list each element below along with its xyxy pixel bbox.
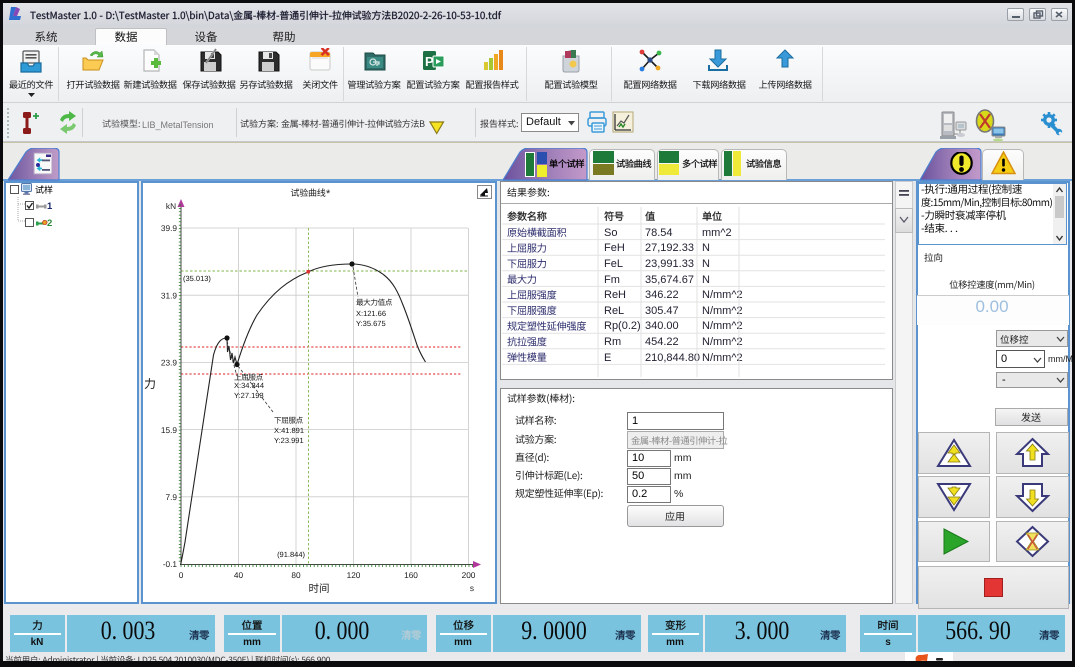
svg-text:(35.013): (35.013)	[183, 274, 211, 283]
svg-text:s: s	[470, 583, 474, 593]
svg-text:X:41.891: X:41.891	[274, 426, 304, 435]
svg-text:Y:27.193: Y:27.193	[234, 391, 264, 400]
svg-text:23.9: 23.9	[161, 358, 178, 368]
svg-text:kN: kN	[166, 201, 176, 211]
svg-text:-0.1: -0.1	[163, 559, 178, 569]
svg-text:Y:35.675: Y:35.675	[356, 319, 386, 328]
svg-text:40: 40	[234, 570, 244, 580]
svg-text:200: 200	[462, 570, 476, 580]
svg-text:7.9: 7.9	[165, 492, 177, 502]
svg-text:X:121.66: X:121.66	[356, 309, 386, 318]
svg-text:80: 80	[291, 570, 301, 580]
svg-text:15.9: 15.9	[161, 425, 178, 435]
svg-text:Y:23.991: Y:23.991	[274, 436, 304, 445]
svg-text:X:34.844: X:34.844	[234, 381, 264, 390]
svg-text:(91.844): (91.844)	[277, 550, 305, 559]
svg-text:0: 0	[179, 570, 184, 580]
svg-text:31.9: 31.9	[161, 290, 178, 300]
svg-text:160: 160	[404, 570, 418, 580]
svg-text:120: 120	[347, 570, 361, 580]
svg-text:39.9: 39.9	[161, 223, 178, 233]
